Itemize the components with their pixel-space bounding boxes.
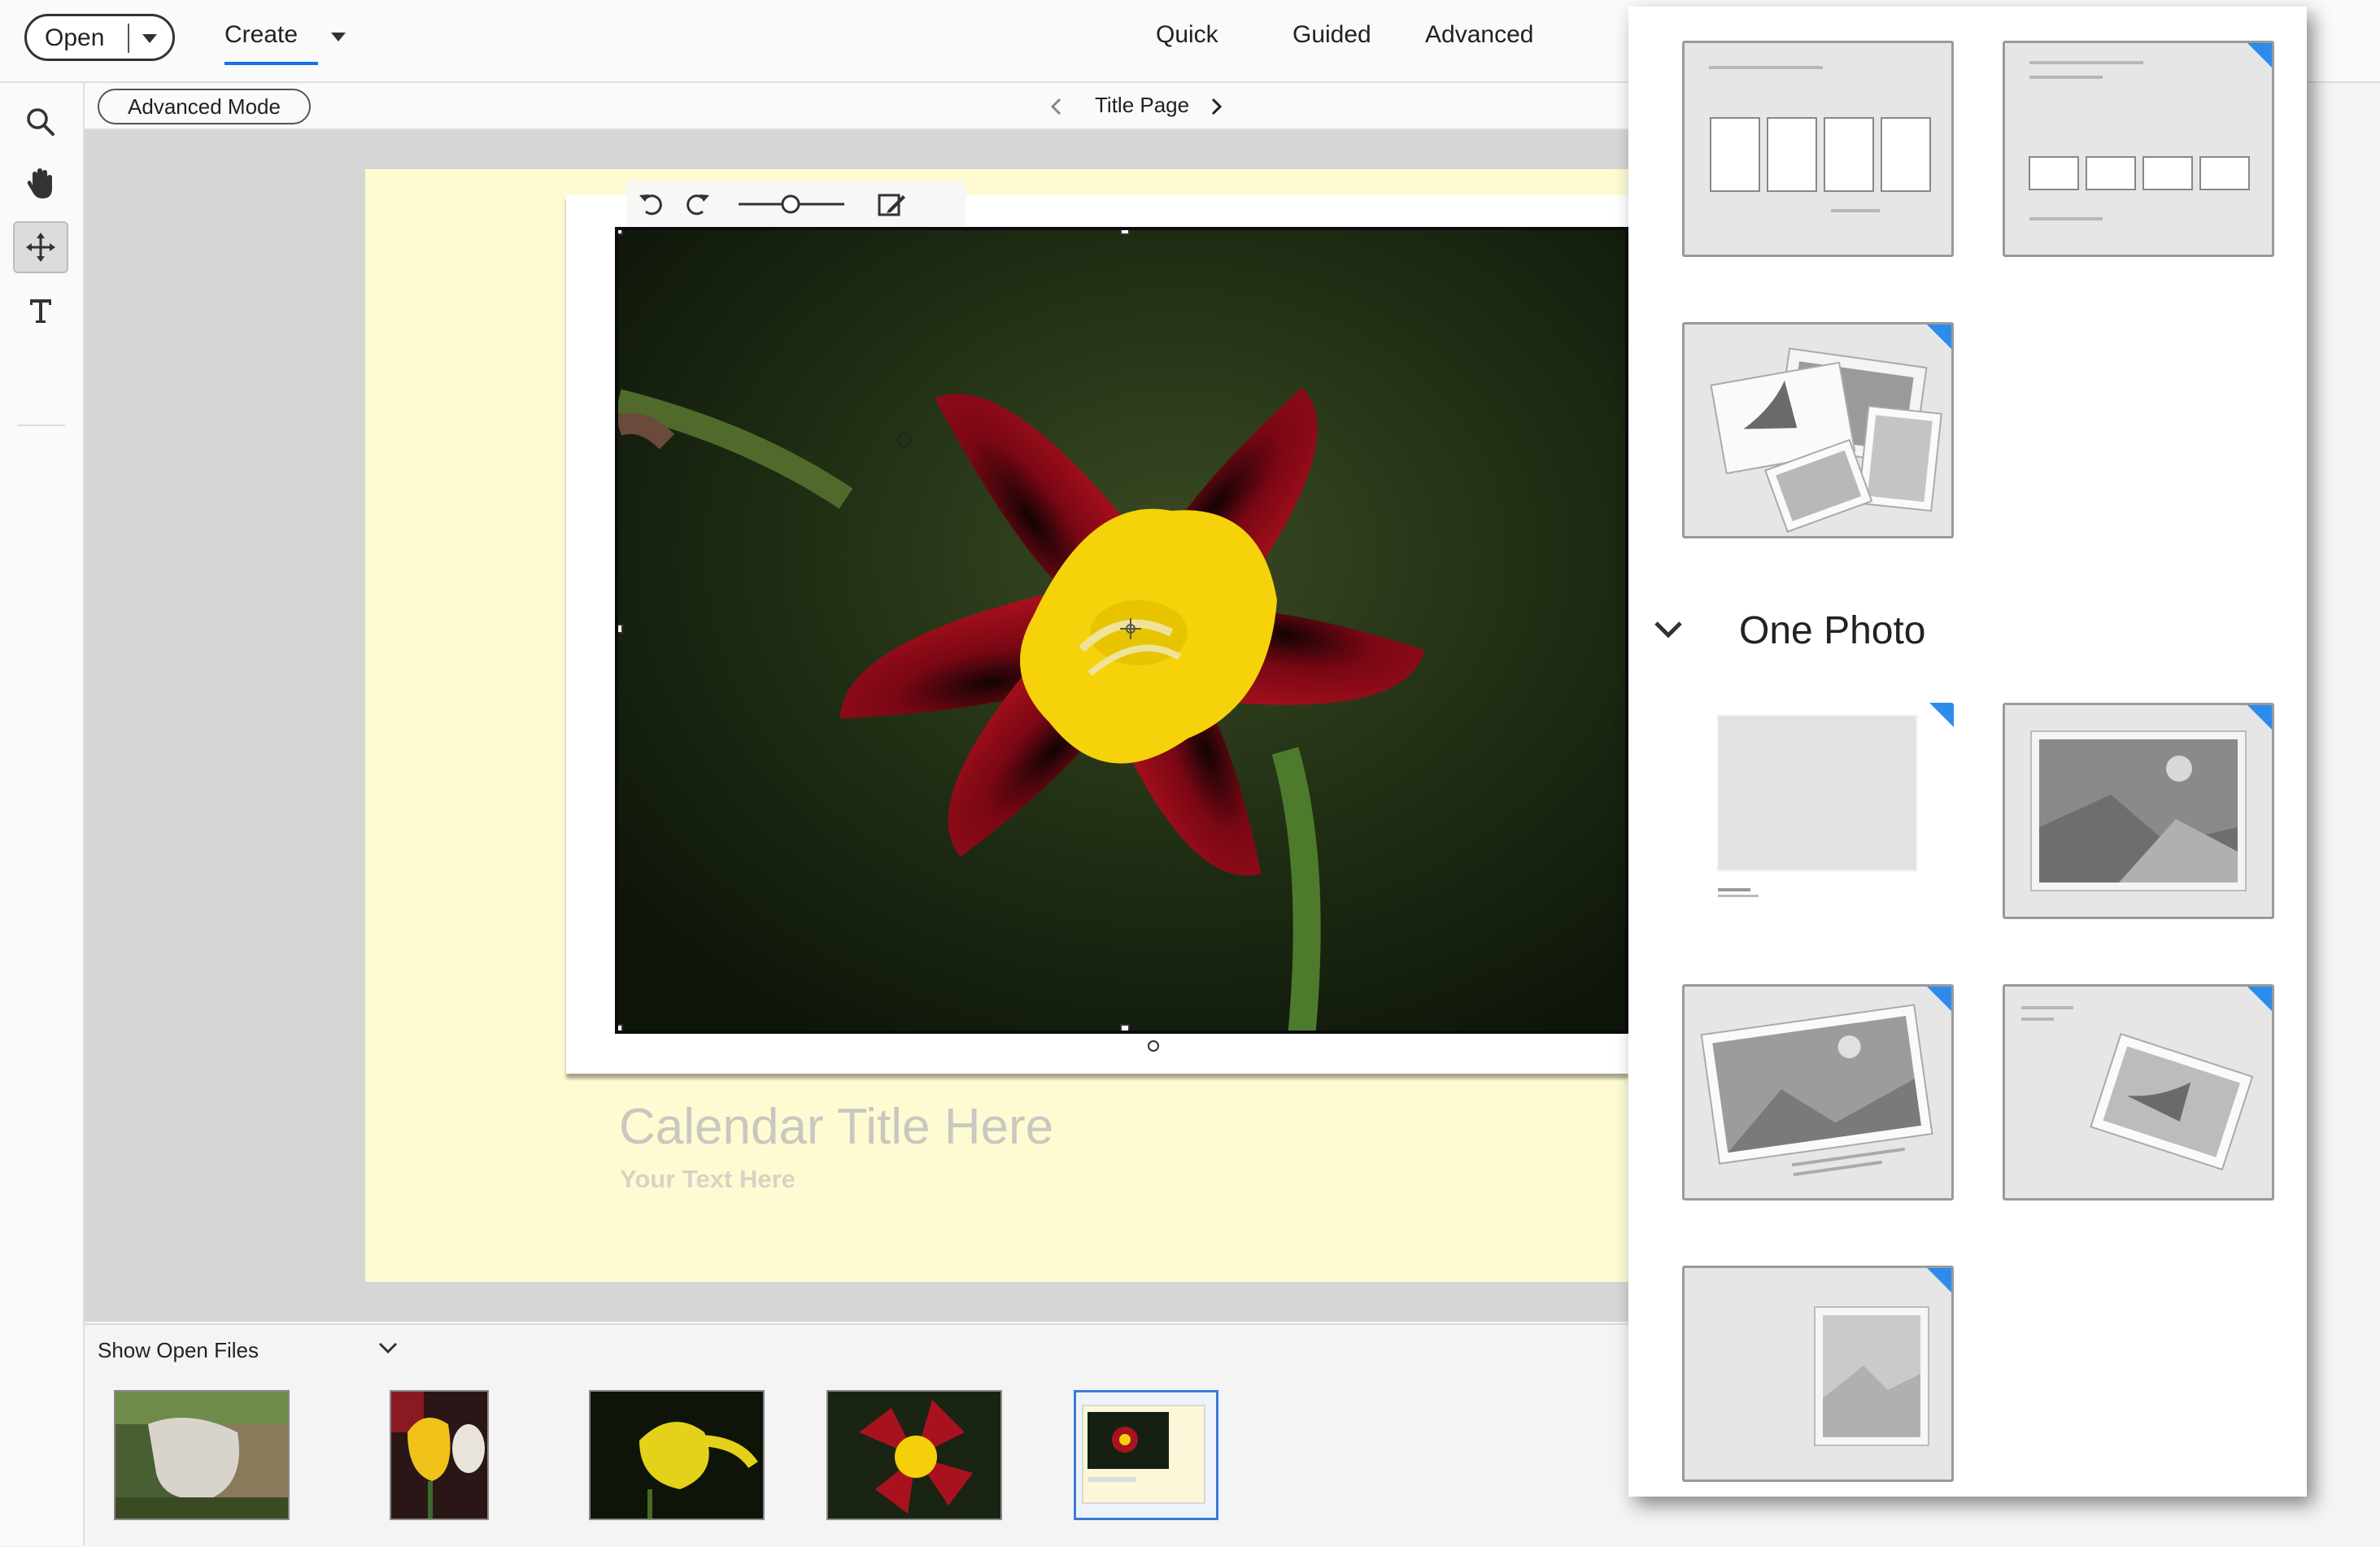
layout-preview — [1700, 1004, 1933, 1177]
calendar-title-placeholder[interactable]: Calendar Title Here — [619, 1098, 1053, 1156]
premium-corner-badge — [1927, 987, 1951, 1011]
thumbnail-red-yellow-flower[interactable] — [826, 1390, 1002, 1520]
rotate-right-icon[interactable] — [683, 190, 711, 218]
move-icon — [26, 233, 55, 262]
create-active-underline — [224, 62, 318, 65]
tools-panel — [0, 83, 85, 1545]
layout-four-photos-strip[interactable] — [2003, 41, 2274, 257]
layout-preview — [1717, 715, 1917, 897]
tools-divider — [18, 425, 65, 426]
show-open-files-label[interactable]: Show Open Files — [98, 1338, 259, 1363]
red-flower-thumb-image — [828, 1392, 1000, 1519]
open-button-label: Open — [45, 24, 105, 51]
layout-preview — [2029, 61, 2250, 220]
layout-four-photos[interactable] — [1682, 41, 1954, 257]
zoom-tool[interactable] — [13, 96, 68, 148]
layout-preview — [1710, 347, 1942, 533]
next-page-icon[interactable] — [1208, 97, 1224, 116]
tulip-thumb-image — [391, 1392, 487, 1519]
layout-preview — [2030, 730, 2247, 891]
lily-thumb-image — [591, 1392, 763, 1519]
rotate-left-icon[interactable] — [638, 190, 665, 218]
open-button[interactable]: Open — [24, 14, 175, 61]
selection-handle[interactable] — [1120, 230, 1130, 235]
collapse-section-chevron-icon[interactable] — [1651, 617, 1685, 641]
layouts-panel: One Photo — [1628, 7, 2307, 1497]
page-title-label: Title Page — [1095, 93, 1190, 117]
open-button-divider — [128, 24, 129, 53]
chevron-down-icon[interactable] — [377, 1340, 399, 1356]
layout-preview — [1814, 1306, 1929, 1446]
hand-tool[interactable] — [13, 158, 68, 210]
mode-tab-advanced[interactable]: Advanced — [1425, 21, 1533, 49]
premium-corner-badge — [1929, 703, 1954, 727]
layout-one-photo-tilted[interactable] — [1682, 984, 1954, 1201]
flower-photo[interactable] — [615, 227, 1628, 1034]
move-tool[interactable] — [13, 221, 68, 273]
thumbnail-yellow-lily[interactable] — [589, 1390, 765, 1520]
create-chevron-down-icon[interactable] — [331, 33, 346, 41]
selection-handle[interactable] — [618, 230, 623, 235]
selection-handle[interactable] — [618, 1024, 623, 1031]
selection-handle[interactable] — [618, 624, 623, 634]
mode-tab-quick[interactable]: Quick — [1156, 21, 1218, 49]
layout-one-photo-tilted-title[interactable] — [2003, 984, 2274, 1201]
selection-handle[interactable] — [1120, 1024, 1130, 1031]
photo-bin: Show Open Files — [85, 1323, 1628, 1547]
layout-preview — [1709, 66, 1931, 212]
section-header-one-photo[interactable]: One Photo — [1739, 608, 1926, 653]
layout-collage[interactable] — [1682, 322, 1954, 538]
thumbnail-calendar-project[interactable] — [1074, 1390, 1218, 1520]
chevron-down-icon[interactable] — [142, 34, 157, 43]
rotate-handle[interactable] — [1147, 1039, 1160, 1052]
calendar-thumb-image — [1082, 1405, 1205, 1504]
wisteria-thumb-image — [116, 1392, 288, 1519]
layout-one-photo-title[interactable] — [1682, 703, 1954, 919]
create-menu[interactable]: Create — [224, 21, 298, 49]
photo-context-toolbar — [626, 181, 966, 226]
calendar-subtitle-placeholder[interactable]: Your Text Here — [620, 1165, 796, 1194]
premium-corner-badge — [1927, 325, 1951, 349]
premium-corner-badge — [2247, 987, 2272, 1011]
replace-photo-icon[interactable] — [877, 190, 906, 220]
thumbnail-yellow-tulip[interactable] — [390, 1390, 489, 1520]
premium-corner-badge — [2247, 43, 2272, 68]
mode-tab-guided[interactable]: Guided — [1292, 21, 1371, 49]
search-icon — [27, 108, 54, 136]
hand-icon — [27, 168, 52, 198]
type-icon — [30, 299, 51, 323]
premium-corner-badge — [2247, 705, 2272, 730]
thumbnail-wisteria[interactable] — [114, 1390, 290, 1520]
layout-one-photo-portrait[interactable] — [1682, 1266, 1954, 1482]
premium-corner-badge — [1927, 1268, 1951, 1292]
layout-preview — [2021, 1006, 2254, 1171]
size-slider[interactable] — [737, 192, 846, 216]
layout-one-photo-landscape[interactable] — [2003, 703, 2274, 919]
crosshair-icon — [1120, 618, 1141, 639]
options-bar: Advanced Mode Title Page — [85, 83, 1628, 130]
text-tool[interactable] — [13, 285, 68, 337]
advanced-mode-button[interactable]: Advanced Mode — [98, 89, 311, 124]
previous-page-icon[interactable] — [1048, 97, 1065, 116]
